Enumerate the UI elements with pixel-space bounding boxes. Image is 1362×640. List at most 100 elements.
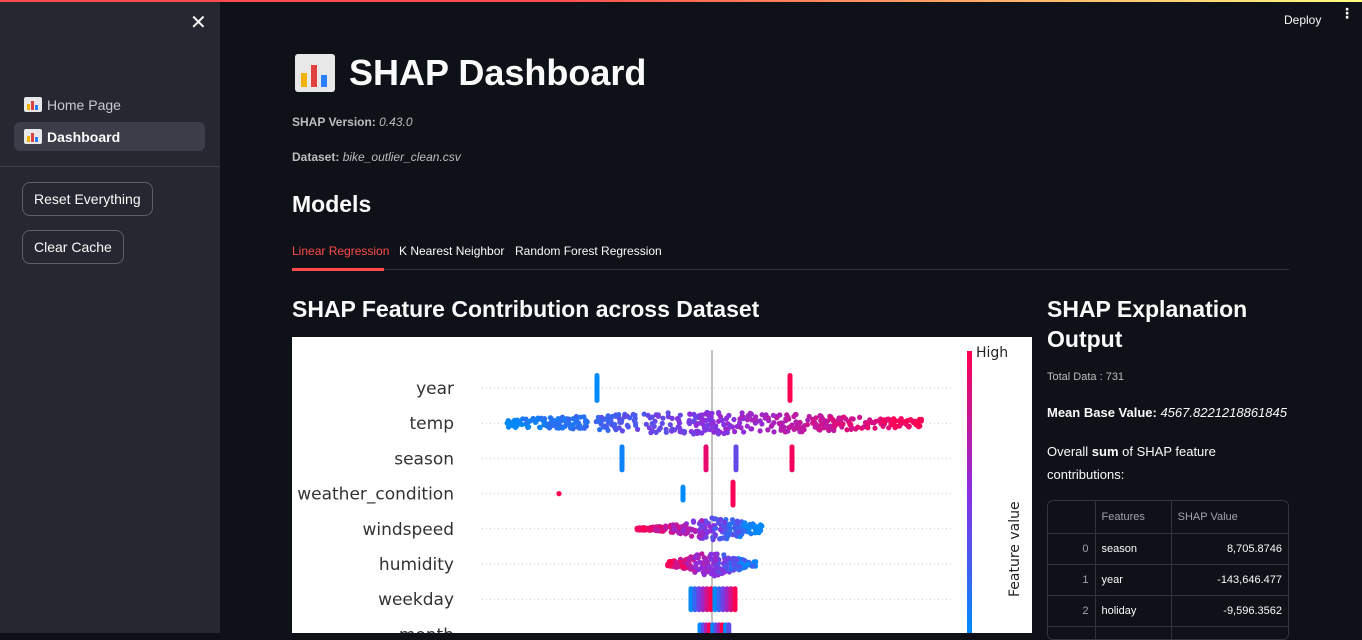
page-title: SHAP Dashboard bbox=[295, 52, 646, 94]
reset-everything-button[interactable]: Reset Everything bbox=[22, 182, 153, 216]
shap-point bbox=[710, 424, 716, 430]
shap-value-cell[interactable]: -143,646.477 bbox=[1170, 564, 1288, 596]
feature-label: season bbox=[394, 449, 454, 469]
shap-point bbox=[726, 530, 732, 536]
sidebar: ✕ Home Page Dashboard Reset Everything C… bbox=[0, 0, 220, 633]
feature-label: windspeed bbox=[362, 520, 454, 540]
feature-cell[interactable]: season bbox=[1094, 533, 1172, 565]
shap-version: SHAP Version: 0.43.0 bbox=[292, 115, 413, 129]
sidebar-item-label: Dashboard bbox=[47, 128, 121, 145]
feature-cell[interactable]: year bbox=[1094, 564, 1172, 596]
row-index: 0 bbox=[1048, 533, 1095, 565]
shap-point bbox=[699, 532, 705, 538]
bar-chart-icon bbox=[24, 129, 42, 144]
close-sidebar-icon[interactable]: ✕ bbox=[190, 12, 207, 34]
shap-point bbox=[665, 410, 671, 416]
shap-point bbox=[789, 444, 795, 473]
shap-point bbox=[641, 526, 647, 532]
shap-point bbox=[699, 518, 705, 524]
shap-point bbox=[759, 412, 765, 418]
shap-point bbox=[731, 416, 737, 423]
shap-point bbox=[732, 586, 738, 613]
shap-point bbox=[727, 423, 733, 429]
shap-point bbox=[771, 420, 777, 426]
deploy-button[interactable]: Deploy bbox=[1284, 13, 1321, 27]
feature-label: year bbox=[416, 379, 454, 399]
feature-label: month bbox=[399, 625, 454, 633]
shap-point bbox=[632, 420, 638, 426]
shap-point bbox=[687, 421, 693, 427]
shap-point bbox=[716, 569, 722, 575]
main-menu-icon[interactable]: ⋮ bbox=[1340, 6, 1354, 20]
shap-point bbox=[513, 424, 519, 430]
shap-point bbox=[594, 373, 600, 403]
row-index: 2 bbox=[1048, 595, 1095, 627]
shap-point bbox=[672, 526, 678, 533]
shap-point bbox=[565, 416, 571, 422]
shap-point bbox=[624, 422, 630, 428]
model-tabs: Linear Regression K Nearest Neighbor Ran… bbox=[292, 237, 1289, 271]
colorbar-axis-label: Feature value bbox=[1007, 501, 1023, 597]
shap-point bbox=[906, 417, 912, 423]
table-row: 2 holiday -9,596.3562 bbox=[1048, 595, 1288, 627]
shap-point bbox=[755, 525, 761, 531]
shap-point bbox=[757, 428, 763, 434]
shap-point bbox=[655, 527, 661, 534]
shap-point bbox=[712, 532, 719, 538]
shap-point bbox=[742, 528, 749, 534]
shap-point bbox=[804, 422, 811, 428]
shap-point bbox=[791, 426, 797, 432]
shap-point bbox=[792, 412, 798, 418]
column-header-shap-value[interactable]: SHAP Value bbox=[1170, 501, 1288, 534]
shap-point bbox=[741, 429, 747, 435]
shap-point bbox=[624, 413, 630, 419]
shap-point bbox=[657, 425, 663, 431]
shap-point bbox=[794, 422, 800, 428]
sidebar-item-dashboard[interactable]: Dashboard bbox=[14, 122, 205, 151]
shap-point bbox=[707, 412, 713, 418]
shap-point bbox=[653, 429, 659, 435]
tab-k-nearest-neighbor[interactable]: K Nearest Neighbor bbox=[399, 244, 504, 258]
sidebar-item-label: Home Page bbox=[47, 96, 121, 113]
shap-point bbox=[686, 557, 692, 563]
shap-point bbox=[711, 516, 717, 522]
feature-label: humidity bbox=[379, 555, 454, 575]
shap-point bbox=[649, 421, 655, 427]
clear-cache-button[interactable]: Clear Cache bbox=[22, 230, 124, 264]
column-header-features[interactable]: Features bbox=[1094, 501, 1172, 534]
sidebar-divider bbox=[0, 166, 220, 167]
shap-point bbox=[828, 415, 834, 421]
shap-point bbox=[759, 421, 765, 427]
shap-point bbox=[897, 418, 903, 424]
shap-point bbox=[787, 373, 793, 403]
sidebar-item-home-page[interactable]: Home Page bbox=[14, 90, 205, 119]
shap-point bbox=[887, 417, 893, 423]
shap-point bbox=[857, 414, 863, 420]
tab-linear-regression[interactable]: Linear Regression bbox=[292, 244, 389, 258]
shap-point bbox=[655, 413, 661, 419]
shap-point bbox=[649, 414, 655, 420]
shap-value-cell[interactable]: 8,705.8746 bbox=[1170, 533, 1288, 565]
shap-point bbox=[805, 417, 811, 423]
shap-point bbox=[734, 557, 740, 563]
feature-cell[interactable]: holiday bbox=[1094, 595, 1172, 627]
shap-point bbox=[605, 427, 611, 433]
shap-point bbox=[612, 421, 618, 428]
page-title-text: SHAP Dashboard bbox=[349, 52, 647, 93]
shap-point bbox=[913, 420, 919, 426]
shap-value-cell[interactable]: -9,596.3562 bbox=[1170, 595, 1288, 627]
shap-point bbox=[771, 429, 777, 435]
colorbar bbox=[967, 351, 972, 633]
shap-point bbox=[682, 429, 688, 435]
table-header-row: Features SHAP Value bbox=[1048, 501, 1288, 534]
shap-point bbox=[779, 426, 785, 432]
shap-point bbox=[645, 526, 651, 532]
shap-point bbox=[646, 425, 652, 431]
table-row: 1 year -143,646.477 bbox=[1048, 564, 1288, 596]
shap-point bbox=[765, 415, 771, 421]
row-index: 1 bbox=[1048, 564, 1095, 596]
shap-point bbox=[715, 427, 721, 434]
tab-random-forest-regression[interactable]: Random Forest Regression bbox=[515, 244, 662, 258]
shap-values-table[interactable]: Features SHAP Value 0 season 8,705.8746 … bbox=[1047, 500, 1289, 640]
shap-point bbox=[708, 568, 714, 574]
